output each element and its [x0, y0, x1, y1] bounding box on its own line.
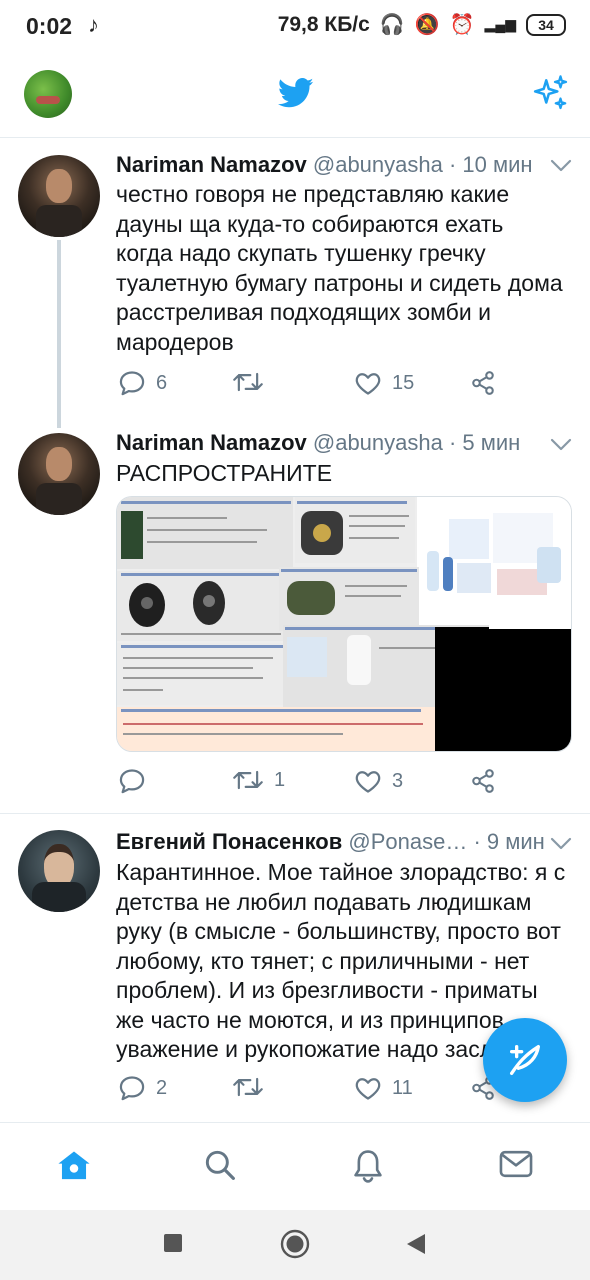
- reply-count: 6: [156, 371, 168, 394]
- status-bar: 0:02 ♪ 79,8 КБ/с 🎧 🔕 ⏰ ▂▄▆ 34: [0, 0, 590, 52]
- chevron-down-icon[interactable]: [550, 837, 572, 851]
- author-handle[interactable]: @abunyasha: [313, 430, 443, 455]
- compose-tweet-button[interactable]: [483, 1018, 567, 1102]
- retweet-icon: [233, 1077, 263, 1097]
- reply-button[interactable]: 2: [118, 1075, 167, 1101]
- system-navigation-bar: [0, 1210, 590, 1280]
- headphones-icon: 🎧: [379, 14, 405, 36]
- share-button[interactable]: [470, 768, 496, 794]
- retweet-button[interactable]: [232, 1075, 274, 1099]
- like-count: 11: [392, 1076, 413, 1099]
- author-name[interactable]: Nariman Namazov: [116, 430, 307, 455]
- tweet-time: · 9 мин: [473, 829, 545, 854]
- tweet[interactable]: Nariman Namazov @abunyasha · 10 мин чест…: [0, 139, 590, 424]
- tweet-header: Евгений Понасенков @Ponase… · 9 мин: [116, 829, 545, 855]
- chevron-down-icon[interactable]: [550, 438, 572, 452]
- like-count: 3: [392, 769, 404, 792]
- heart-icon: [355, 771, 381, 793]
- tweet-header: Nariman Namazov @abunyasha · 5 мин: [116, 430, 520, 456]
- compose-feather-icon: [510, 1045, 540, 1075]
- tweet-header: Nariman Namazov @abunyasha · 10 мин: [116, 152, 533, 178]
- author-handle[interactable]: @Ponase…: [348, 829, 467, 854]
- tweet-actions: 1 3: [116, 768, 516, 798]
- app-header: [0, 52, 590, 138]
- reply-icon: [119, 371, 145, 396]
- retweet-icon: [233, 770, 263, 790]
- messages-envelope-icon[interactable]: [499, 1149, 533, 1179]
- like-count: 15: [392, 371, 415, 394]
- avatar[interactable]: [18, 433, 100, 515]
- sparkle-icon[interactable]: [532, 74, 570, 112]
- avatar[interactable]: [18, 830, 100, 912]
- author-name[interactable]: Nariman Namazov: [116, 152, 307, 177]
- status-time: 0:02: [26, 13, 73, 39]
- home-circle-icon[interactable]: [280, 1229, 310, 1259]
- tweet-actions: 6 15: [116, 370, 516, 400]
- share-icon: [472, 769, 494, 793]
- bottom-navigation: [0, 1122, 590, 1210]
- like-button[interactable]: 3: [354, 768, 403, 794]
- reply-count: 2: [156, 1076, 168, 1099]
- chevron-down-icon[interactable]: [550, 159, 572, 173]
- forum-collage-image: [117, 497, 571, 751]
- home-icon[interactable]: [57, 1149, 91, 1181]
- retweet-icon: [233, 372, 263, 392]
- battery-indicator: 34: [526, 13, 566, 36]
- retweet-button[interactable]: [232, 370, 274, 394]
- like-button[interactable]: 15: [354, 370, 414, 396]
- network-speed: 79,8 КБ/с: [277, 12, 370, 36]
- recents-square-icon[interactable]: [163, 1233, 183, 1253]
- author-handle[interactable]: @abunyasha: [313, 152, 443, 177]
- retweet-count: 1: [274, 768, 286, 791]
- reply-icon: [119, 769, 145, 794]
- avatar[interactable]: [18, 155, 100, 237]
- reply-button[interactable]: 6: [118, 370, 167, 396]
- tweet-text: РАСПРОСТРАНИТЕ: [116, 460, 333, 486]
- notifications-bell-icon[interactable]: [352, 1149, 384, 1183]
- mute-icon: 🔕: [414, 14, 440, 36]
- search-icon[interactable]: [204, 1149, 236, 1181]
- status-right-group: 79,8 КБ/с 🎧 🔕 ⏰ ▂▄▆ 34: [278, 12, 566, 37]
- share-icon: [472, 371, 494, 395]
- tiktok-notification-icon: ♪: [88, 12, 99, 37]
- tweet-text: честно говоря не представляю какие дауны…: [116, 181, 563, 355]
- tweet-media-image[interactable]: [116, 496, 572, 752]
- retweet-button[interactable]: 1: [232, 768, 285, 792]
- tweet-time: · 10 мин: [448, 152, 533, 177]
- reply-button[interactable]: [118, 768, 156, 794]
- tweet-actions: 2 11: [116, 1075, 516, 1105]
- reply-icon: [119, 1076, 145, 1101]
- author-name[interactable]: Евгений Понасенков: [116, 829, 342, 854]
- alarm-icon: ⏰: [449, 14, 475, 36]
- back-triangle-icon[interactable]: [405, 1232, 427, 1256]
- signal-icon: ▂▄▆: [484, 16, 516, 32]
- share-button[interactable]: [470, 370, 496, 396]
- like-button[interactable]: 11: [354, 1075, 413, 1101]
- heart-icon: [355, 373, 381, 395]
- profile-avatar[interactable]: [24, 70, 72, 118]
- twitter-bird-icon: [278, 78, 314, 108]
- heart-icon: [355, 1078, 381, 1100]
- tweet-time: · 5 мин: [448, 430, 521, 455]
